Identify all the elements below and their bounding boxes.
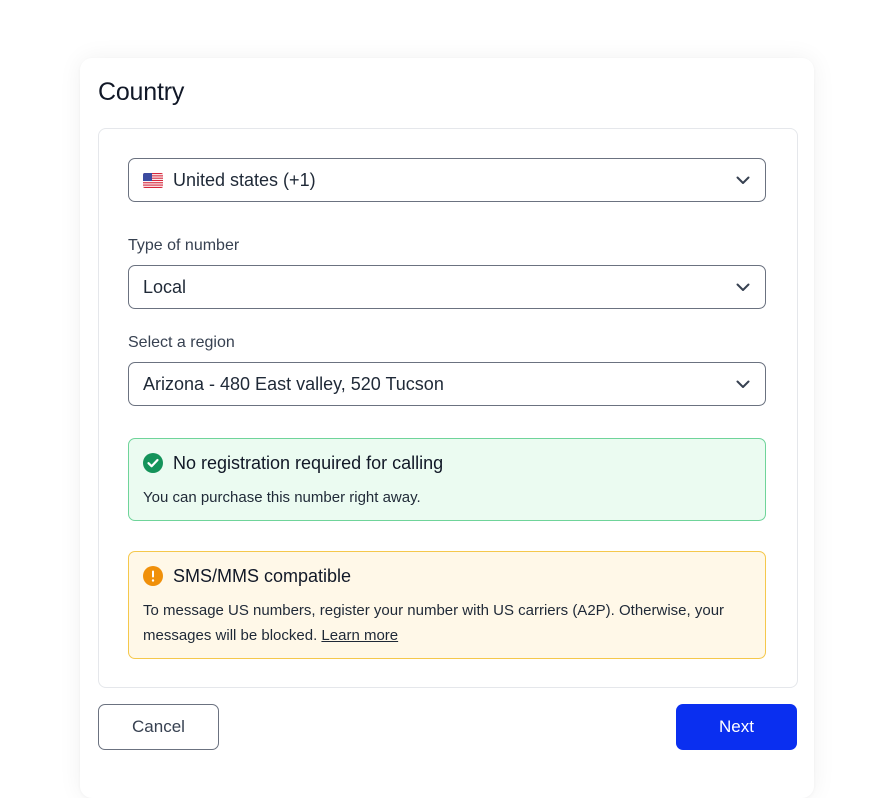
- chevron-down-icon: [735, 376, 751, 392]
- next-button[interactable]: Next: [676, 704, 797, 750]
- calling-status-body: You can purchase this number right away.: [143, 489, 421, 506]
- number-type-label: Type of number: [128, 237, 240, 254]
- country-select[interactable]: United states (+1): [128, 158, 766, 202]
- sms-compatibility-body: To message US numbers, register your num…: [143, 598, 751, 648]
- chevron-down-icon: [735, 279, 751, 295]
- exclamation-circle-icon: [143, 566, 163, 586]
- region-select[interactable]: Arizona - 480 East valley, 520 Tucson: [128, 362, 766, 406]
- settings-panel: United states (+1) Type of number Local …: [98, 128, 798, 688]
- calling-status-alert: No registration required for calling You…: [128, 438, 766, 521]
- region-label: Select a region: [128, 334, 235, 351]
- chevron-down-icon: [735, 172, 751, 188]
- cancel-button[interactable]: Cancel: [98, 704, 219, 750]
- us-flag-icon: [143, 172, 163, 188]
- learn-more-link[interactable]: Learn more: [321, 627, 398, 644]
- sms-compatibility-text: To message US numbers, register your num…: [143, 602, 725, 644]
- country-select-value: United states (+1): [173, 169, 316, 190]
- number-type-value: Local: [143, 276, 187, 297]
- page-title: Country: [98, 78, 185, 106]
- region-value: Arizona - 480 East valley, 520 Tucson: [143, 373, 444, 394]
- country-setup-card: Country United states (+1) Type of numbe…: [80, 58, 814, 798]
- calling-status-title: No registration required for calling: [173, 452, 444, 473]
- sms-compatibility-title: SMS/MMS compatible: [173, 565, 352, 586]
- number-type-select[interactable]: Local: [128, 265, 766, 309]
- sms-compatibility-alert: SMS/MMS compatible To message US numbers…: [128, 551, 766, 659]
- check-circle-icon: [143, 453, 163, 473]
